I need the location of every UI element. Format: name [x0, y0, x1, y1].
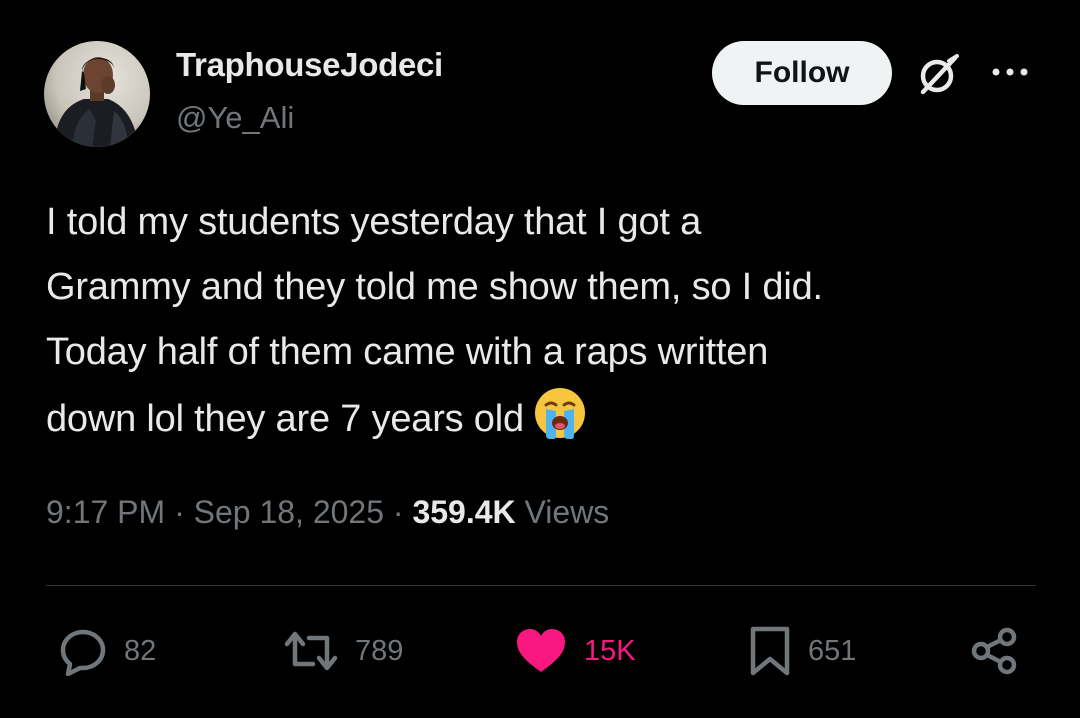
loudly-crying-face-icon: [532, 385, 588, 441]
tweet-card: TraphouseJodeci @Ye_Ali Follow I told my…: [0, 0, 1080, 718]
avatar[interactable]: [44, 41, 150, 147]
follow-button[interactable]: Follow: [712, 41, 892, 105]
tweet-text: I told my students yesterday that I got …: [46, 190, 1036, 452]
tweet-text-line: Today half of them came with a raps writ…: [46, 331, 769, 373]
reply-count: 82: [124, 634, 157, 667]
bookmark-icon: [750, 626, 790, 676]
heart-icon: [517, 629, 565, 672]
tweet-text-line: I told my students yesterday that I got …: [46, 201, 702, 243]
user-handle[interactable]: @Ye_Ali: [176, 100, 294, 136]
reply-icon: [60, 629, 106, 676]
views-count: 359.4K: [412, 494, 516, 530]
views-label: Views: [524, 494, 610, 530]
reply-button[interactable]: 82: [58, 626, 156, 676]
share-button[interactable]: [970, 626, 1020, 676]
like-button[interactable]: 15K: [514, 626, 636, 676]
meta-separator: ·: [174, 494, 185, 530]
like-count: 15K: [584, 634, 636, 667]
tweet-text-last-line: down lol they are 7 years old: [46, 385, 1036, 452]
share-icon: [971, 627, 1017, 675]
more-dots-icon[interactable]: [990, 60, 1030, 84]
repost-count: 789: [355, 634, 404, 667]
meta-separator: ·: [392, 494, 404, 530]
display-name[interactable]: TraphouseJodeci: [176, 46, 443, 84]
tweet-text-line: down lol they are 7 years old: [46, 398, 524, 440]
bookmark-count: 651: [808, 634, 857, 667]
tweet-meta: 9:17 PM · Sep 18, 2025 · 359.4K Views: [46, 494, 609, 531]
grok-icon[interactable]: [915, 52, 961, 98]
tweet-text-line: Grammy and they told me show them, so I …: [46, 266, 823, 308]
divider: [46, 585, 1036, 586]
bookmark-button[interactable]: 651: [748, 626, 856, 676]
tweet-date[interactable]: Sep 18, 2025: [194, 494, 384, 530]
tweet-time[interactable]: 9:17 PM: [46, 494, 165, 530]
repost-icon: [284, 631, 338, 671]
repost-button[interactable]: 789: [283, 626, 403, 676]
